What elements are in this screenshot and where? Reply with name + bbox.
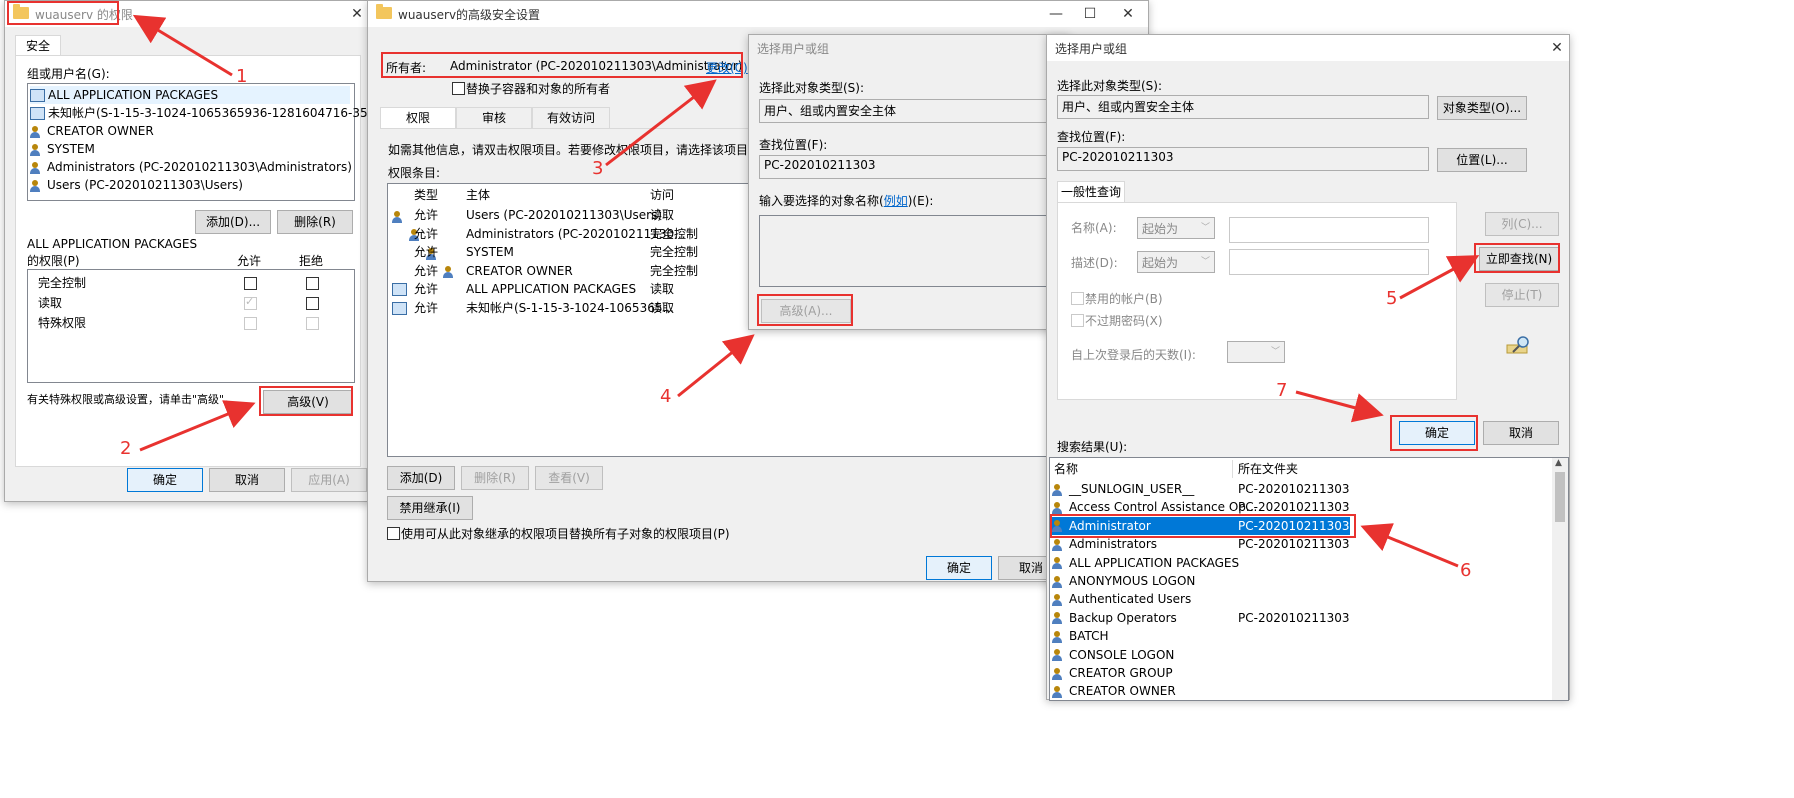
annotation-number: 6 [1460,560,1472,581]
arrow-3 [605,79,717,167]
arrow-6 [1360,523,1459,568]
annotation-number: 7 [1276,380,1288,401]
arrow-4 [677,334,755,398]
arrow-5 [1399,255,1480,300]
annotation-number: 1 [236,66,248,87]
annotation-number: 4 [660,386,672,407]
annotation-number: 3 [592,158,604,179]
annotation-number: 2 [120,438,132,459]
arrow-2 [139,400,256,452]
arrow-7 [1295,390,1384,423]
annotation-number: 5 [1386,288,1398,309]
annotation-arrows [132,14,1480,568]
arrow-1 [132,14,233,77]
